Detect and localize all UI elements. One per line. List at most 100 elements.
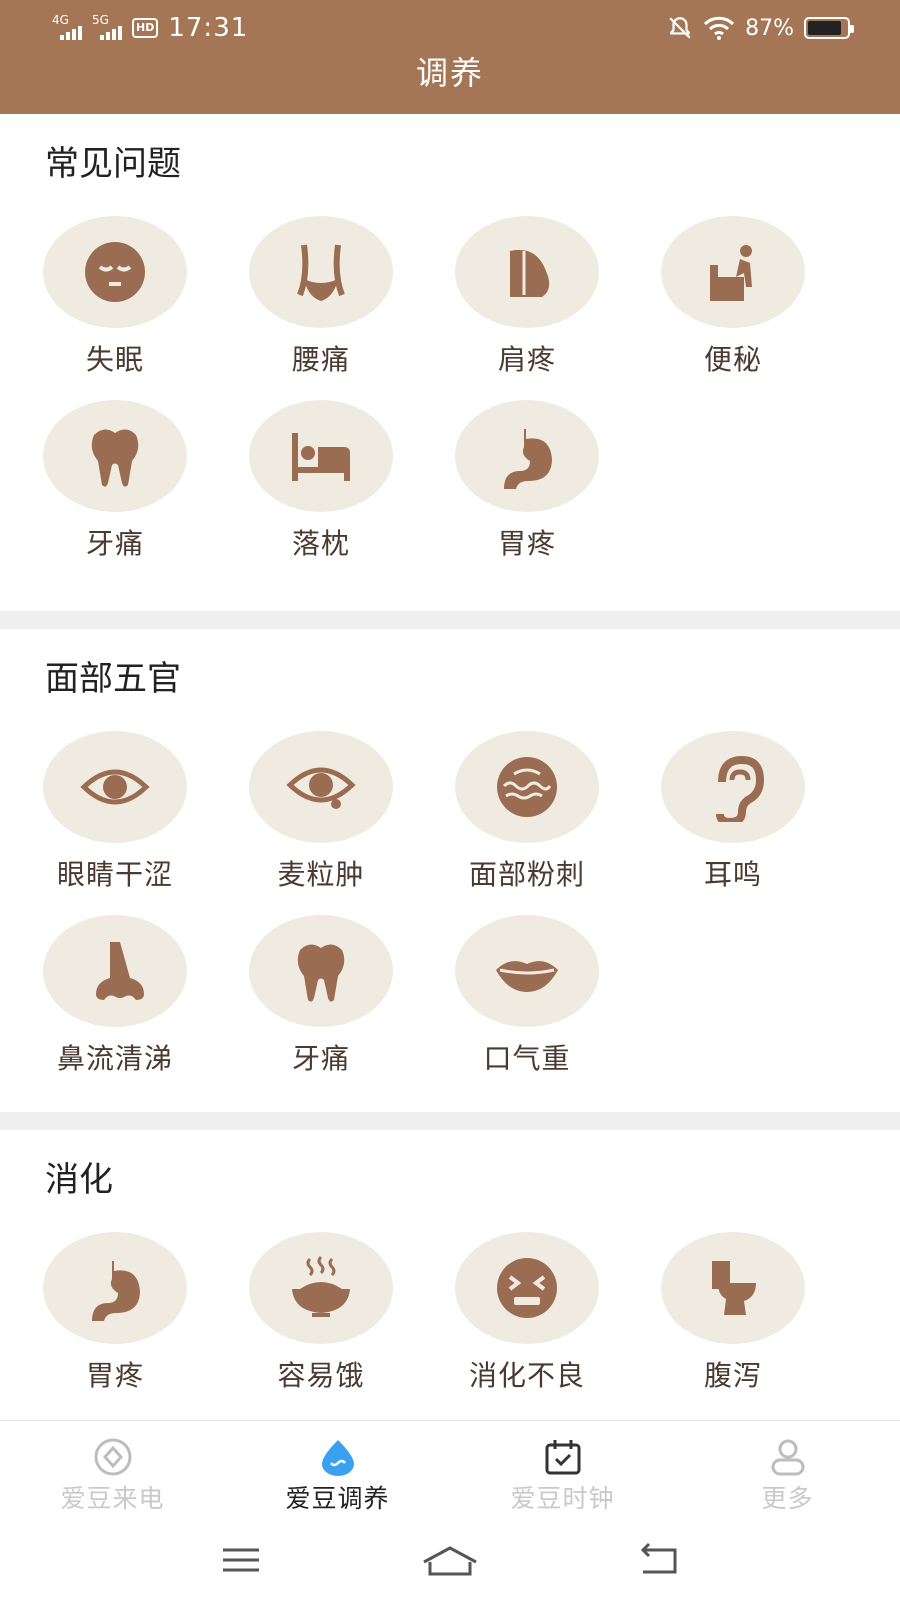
user-icon xyxy=(771,1439,804,1476)
grid-item[interactable]: 肩疼 xyxy=(424,216,630,378)
tooth-icon xyxy=(297,944,345,1002)
item-icon-circle xyxy=(455,731,599,843)
item-label: 牙痛 xyxy=(85,527,144,560)
item-label: 容易饿 xyxy=(277,1359,365,1392)
item-label: 胃疼 xyxy=(85,1359,144,1392)
battery-percent: 87% xyxy=(745,15,794,41)
item-icon-circle xyxy=(455,1232,599,1344)
grid-item[interactable]: 失眠 xyxy=(12,216,218,378)
page-title: 调养 xyxy=(415,54,484,92)
grid-item[interactable]: 腰痛 xyxy=(218,216,424,378)
item-label: 失眠 xyxy=(85,343,144,376)
system-nav-bar xyxy=(0,1520,900,1600)
nav-label: 爱豆时钟 xyxy=(510,1484,615,1513)
signal-4g-label: 4G xyxy=(52,13,69,27)
food-bowl-icon xyxy=(292,1255,350,1317)
toilet-person-icon xyxy=(710,245,752,301)
eye-stye-icon xyxy=(286,767,356,809)
nose-icon xyxy=(96,942,144,1000)
item-icon-circle xyxy=(43,216,187,328)
item-label: 面部粉刺 xyxy=(468,858,585,891)
grid-item[interactable]: 牙痛 xyxy=(12,400,218,562)
grid-item[interactable]: 胃疼 xyxy=(12,1232,218,1394)
tooth-icon xyxy=(91,429,139,487)
droplet-icon xyxy=(321,1440,354,1476)
wifi-icon xyxy=(704,16,735,40)
section-title: 面部五官 xyxy=(45,659,181,699)
stomach-icon xyxy=(92,1261,140,1321)
section-title: 常见问题 xyxy=(45,144,181,184)
grid-item[interactable]: 鼻流清涕 xyxy=(12,915,218,1077)
face-acne-icon xyxy=(497,757,557,817)
signal-4g-icon: 4G xyxy=(52,13,82,40)
item-icon-circle xyxy=(661,731,805,843)
item-icon-circle xyxy=(249,400,393,512)
ear-icon xyxy=(716,755,765,822)
grid-item[interactable]: 耳鸣 xyxy=(630,731,836,893)
item-label: 胃疼 xyxy=(497,527,556,560)
battery-fill xyxy=(808,21,842,35)
hd-badge: HD xyxy=(132,18,159,38)
item-label: 鼻流清涕 xyxy=(56,1042,173,1075)
status-right: 87% xyxy=(667,15,854,41)
item-label: 消化不良 xyxy=(468,1359,585,1392)
grid-item[interactable]: 眼睛干涩 xyxy=(12,731,218,893)
grid-item[interactable]: 口气重 xyxy=(424,915,630,1077)
item-grid: 眼睛干涩 麦粒肿 面部粉刺 耳鸣 鼻流清涕 牙痛 口气重 xyxy=(0,731,900,1077)
item-label: 落枕 xyxy=(291,527,350,560)
item-icon-circle xyxy=(43,731,187,843)
nav-label: 爱豆来电 xyxy=(60,1484,165,1513)
nav-item[interactable]: 更多 xyxy=(675,1421,900,1520)
grid-item[interactable]: 落枕 xyxy=(218,400,424,562)
sleeping-face-icon xyxy=(85,242,145,302)
grid-item[interactable]: 麦粒肿 xyxy=(218,731,424,893)
item-icon-circle xyxy=(249,216,393,328)
nav-label: 爱豆调养 xyxy=(285,1484,390,1513)
item-icon-circle xyxy=(43,915,187,1027)
grid-item[interactable]: 便秘 xyxy=(630,216,836,378)
item-icon-circle xyxy=(43,1232,187,1344)
item-label: 腹泻 xyxy=(703,1359,762,1392)
item-icon-circle xyxy=(455,915,599,1027)
grid-item[interactable]: 牙痛 xyxy=(218,915,424,1077)
waist-icon xyxy=(297,244,345,301)
signal-5g-label: 5G xyxy=(92,13,109,27)
back-icon[interactable] xyxy=(635,1540,683,1580)
item-icon-circle xyxy=(249,1232,393,1344)
bottom-nav: 爱豆来电 爱豆调养 爱豆时钟 更多 xyxy=(0,1420,900,1520)
item-icon-circle xyxy=(249,915,393,1027)
grid-item[interactable]: 面部粉刺 xyxy=(424,731,630,893)
mute-bell-icon xyxy=(669,17,691,39)
section-digestion: 消化 胃疼 容易饿 消化不良 腹泻 xyxy=(0,1130,900,1394)
item-label: 眼睛干涩 xyxy=(56,858,173,891)
item-icon-circle xyxy=(249,731,393,843)
battery-icon xyxy=(804,17,854,39)
grid-item[interactable]: 胃疼 xyxy=(424,400,630,562)
item-icon-circle xyxy=(661,216,805,328)
nav-label: 更多 xyxy=(761,1484,814,1513)
item-icon-circle xyxy=(661,1232,805,1344)
grid-item[interactable]: 腹泻 xyxy=(630,1232,836,1394)
item-label: 肩疼 xyxy=(497,343,556,376)
section-title: 消化 xyxy=(45,1160,113,1200)
section-divider xyxy=(0,611,900,629)
menu-icon[interactable] xyxy=(217,1540,265,1580)
nav-item[interactable]: 爱豆调养 xyxy=(225,1421,450,1520)
item-label: 麦粒肿 xyxy=(277,858,365,891)
toilet-icon xyxy=(712,1261,756,1315)
lips-icon xyxy=(496,961,558,992)
grid-item[interactable]: 消化不良 xyxy=(424,1232,630,1394)
item-label: 牙痛 xyxy=(291,1042,350,1075)
home-icon[interactable] xyxy=(420,1540,480,1580)
nav-item[interactable]: 爱豆来电 xyxy=(0,1421,225,1520)
item-icon-circle xyxy=(455,400,599,512)
shoulder-icon xyxy=(510,249,550,297)
main-content[interactable]: 常见问题 失眠 腰痛 肩疼 便秘 牙痛 落枕 胃疼 面部五官 眼睛干涩 麦粒肿 … xyxy=(0,114,900,1420)
status-time: 17:31 xyxy=(168,13,249,43)
stomach-icon xyxy=(504,429,552,489)
section-face: 面部五官 眼睛干涩 麦粒肿 面部粉刺 耳鸣 鼻流清涕 牙痛 口气重 xyxy=(0,629,900,1112)
grid-item[interactable]: 容易饿 xyxy=(218,1232,424,1394)
section-divider xyxy=(0,1112,900,1130)
item-icon-circle xyxy=(455,216,599,328)
nav-item[interactable]: 爱豆时钟 xyxy=(450,1421,675,1520)
